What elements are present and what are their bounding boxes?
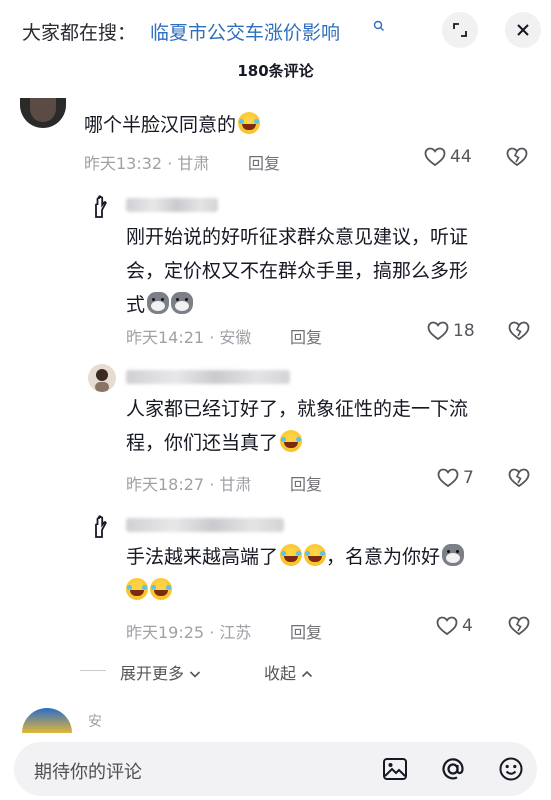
comment-text: 哪个半脸汉同意的 bbox=[84, 108, 261, 142]
avatar[interactable] bbox=[22, 708, 72, 733]
emoji-icon[interactable] bbox=[496, 754, 526, 784]
comment-count-title: 180条评论 bbox=[237, 62, 314, 80]
search-term-link[interactable]: 临夏市公交车涨价影响 bbox=[150, 18, 340, 45]
image-icon[interactable] bbox=[380, 754, 410, 784]
search-icon bbox=[373, 20, 385, 35]
comment-time-location: 昨天13:32 · 甘肃 bbox=[84, 154, 210, 173]
reply-button[interactable]: 回复 bbox=[290, 471, 322, 495]
reply-time-location: 昨天14:21 · 安徽 bbox=[126, 328, 252, 347]
like-button[interactable]: 4 bbox=[436, 616, 473, 636]
username-blurred[interactable] bbox=[126, 198, 218, 212]
heart-icon bbox=[437, 468, 459, 488]
hand-avatar-icon[interactable] bbox=[88, 512, 116, 540]
avatar[interactable] bbox=[88, 364, 116, 392]
like-button[interactable]: 44 bbox=[424, 147, 472, 167]
search-prefix: 大家都在搜： bbox=[22, 22, 137, 44]
broken-heart-icon[interactable] bbox=[508, 321, 530, 345]
chevron-up-icon bbox=[302, 670, 313, 678]
broken-heart-icon[interactable] bbox=[506, 147, 528, 171]
broken-heart-icon[interactable] bbox=[508, 616, 530, 640]
like-button[interactable]: 18 bbox=[427, 321, 475, 341]
expand-icon[interactable] bbox=[442, 12, 478, 48]
laugh-cry-emoji bbox=[238, 112, 261, 134]
laugh-cry-emoji bbox=[304, 544, 327, 566]
laugh-cry-emoji bbox=[126, 578, 148, 600]
broken-heart-icon[interactable] bbox=[508, 468, 530, 492]
like-count: 4 bbox=[462, 616, 473, 636]
laugh-cry-emoji bbox=[150, 578, 172, 600]
username-blurred[interactable] bbox=[126, 370, 290, 384]
header: 大家都在搜： 临夏市公交车涨价影响 bbox=[0, 0, 551, 60]
laugh-cry-emoji bbox=[280, 544, 303, 566]
mention-icon[interactable] bbox=[438, 754, 468, 784]
like-count: 7 bbox=[463, 468, 474, 488]
username[interactable]: 安 bbox=[88, 711, 102, 731]
dog-emoji bbox=[442, 544, 465, 566]
hand-avatar-icon[interactable] bbox=[88, 192, 116, 220]
reply-button[interactable]: 回复 bbox=[290, 324, 322, 348]
like-count: 18 bbox=[453, 321, 475, 341]
reply-button[interactable]: 回复 bbox=[290, 619, 322, 643]
dog-emoji bbox=[147, 292, 170, 314]
heart-icon bbox=[436, 616, 458, 636]
reply-text: 手法越来越高端了 ，名意为你好 bbox=[126, 540, 465, 608]
reply-time-location: 昨天18:27 · 甘肃 bbox=[126, 475, 252, 494]
thread-divider bbox=[80, 670, 106, 671]
heart-icon bbox=[424, 147, 446, 167]
reply-text: 刚开始说的好听征求群众意见建议，听证 会，定价权又不在群众手里，搞那么多形 式 bbox=[126, 226, 469, 316]
comment-input[interactable]: 期待你的评论 bbox=[14, 742, 537, 796]
like-button[interactable]: 7 bbox=[437, 468, 474, 488]
reply-text: 人家都已经订好了，就象征性的走一下流 程，你们还当真了 bbox=[126, 398, 469, 454]
close-icon[interactable] bbox=[505, 12, 541, 48]
reply-button[interactable]: 回复 bbox=[248, 150, 280, 174]
expand-more-button[interactable]: 展开更多 bbox=[120, 660, 201, 684]
username-blurred[interactable] bbox=[126, 518, 284, 532]
avatar[interactable] bbox=[20, 98, 66, 128]
heart-icon bbox=[427, 321, 449, 341]
comment-input-placeholder: 期待你的评论 bbox=[34, 762, 142, 783]
dog-emoji bbox=[171, 292, 194, 314]
laugh-cry-emoji bbox=[280, 430, 303, 452]
reply-time-location: 昨天19:25 · 江苏 bbox=[126, 623, 252, 642]
chevron-down-icon bbox=[190, 671, 201, 678]
like-count: 44 bbox=[450, 147, 472, 167]
comment-composer-bar: 期待你的评论 bbox=[0, 736, 551, 800]
collapse-button[interactable]: 收起 bbox=[264, 660, 313, 684]
